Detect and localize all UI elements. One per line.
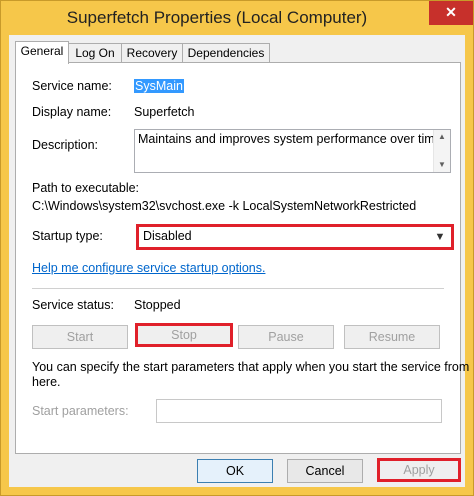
- chevron-down-icon[interactable]: ▼: [432, 228, 448, 246]
- display-name-label: Display name:: [32, 105, 112, 119]
- close-icon: ✕: [445, 4, 457, 20]
- service-name-selected-text[interactable]: SysMain: [134, 79, 184, 93]
- properties-dialog: Superfetch Properties (Local Computer) ✕…: [0, 0, 474, 496]
- tab-log-on[interactable]: Log On: [68, 43, 122, 63]
- description-label: Description:: [32, 138, 98, 152]
- cancel-button[interactable]: Cancel: [287, 459, 363, 483]
- service-name-value[interactable]: SysMain: [134, 79, 184, 93]
- scroll-up-icon[interactable]: ▲: [434, 131, 450, 143]
- path-value: C:\Windows\system32\svchost.exe -k Local…: [32, 199, 417, 213]
- tab-recovery[interactable]: Recovery: [121, 43, 183, 63]
- start-params-info-line2: here.: [32, 375, 61, 389]
- startup-type-dropdown[interactable]: Disabled ▼: [136, 224, 454, 250]
- general-tab-panel: Service name: SysMain Display name: Supe…: [15, 62, 469, 454]
- start-parameters-input[interactable]: [156, 399, 442, 423]
- stop-button[interactable]: Stop: [135, 323, 233, 347]
- service-status-label: Service status:: [32, 298, 114, 312]
- path-label: Path to executable:: [32, 181, 140, 195]
- dialog-client-area: General Log On Recovery Dependencies Ser…: [9, 35, 469, 487]
- dialog-title: Superfetch Properties (Local Computer): [66, 8, 368, 27]
- scroll-down-icon[interactable]: ▼: [434, 159, 450, 171]
- start-button[interactable]: Start: [32, 325, 128, 349]
- help-link[interactable]: Help me configure service startup option…: [32, 261, 265, 275]
- section-divider: [32, 288, 444, 289]
- ok-button[interactable]: OK: [197, 459, 273, 483]
- tab-general[interactable]: General: [15, 41, 69, 64]
- description-field[interactable]: Maintains and improves system performanc…: [134, 129, 451, 173]
- apply-button[interactable]: Apply: [377, 458, 461, 482]
- service-status-value: Stopped: [134, 298, 181, 312]
- start-params-info-line1: You can specify the start parameters tha…: [32, 360, 470, 374]
- resume-button[interactable]: Resume: [344, 325, 440, 349]
- pause-button[interactable]: Pause: [238, 325, 334, 349]
- service-name-label: Service name:: [32, 79, 112, 93]
- description-scrollbar[interactable]: ▲ ▼: [433, 130, 450, 172]
- description-text: Maintains and improves system performanc…: [138, 132, 446, 146]
- startup-type-label: Startup type:: [32, 229, 103, 243]
- title-bar[interactable]: Superfetch Properties (Local Computer) ✕: [1, 1, 473, 35]
- tab-dependencies[interactable]: Dependencies: [182, 43, 270, 63]
- startup-type-value: Disabled: [143, 229, 192, 243]
- display-name-value[interactable]: Superfetch: [134, 105, 194, 119]
- start-parameters-label: Start parameters:: [32, 404, 129, 418]
- close-button[interactable]: ✕: [429, 1, 473, 25]
